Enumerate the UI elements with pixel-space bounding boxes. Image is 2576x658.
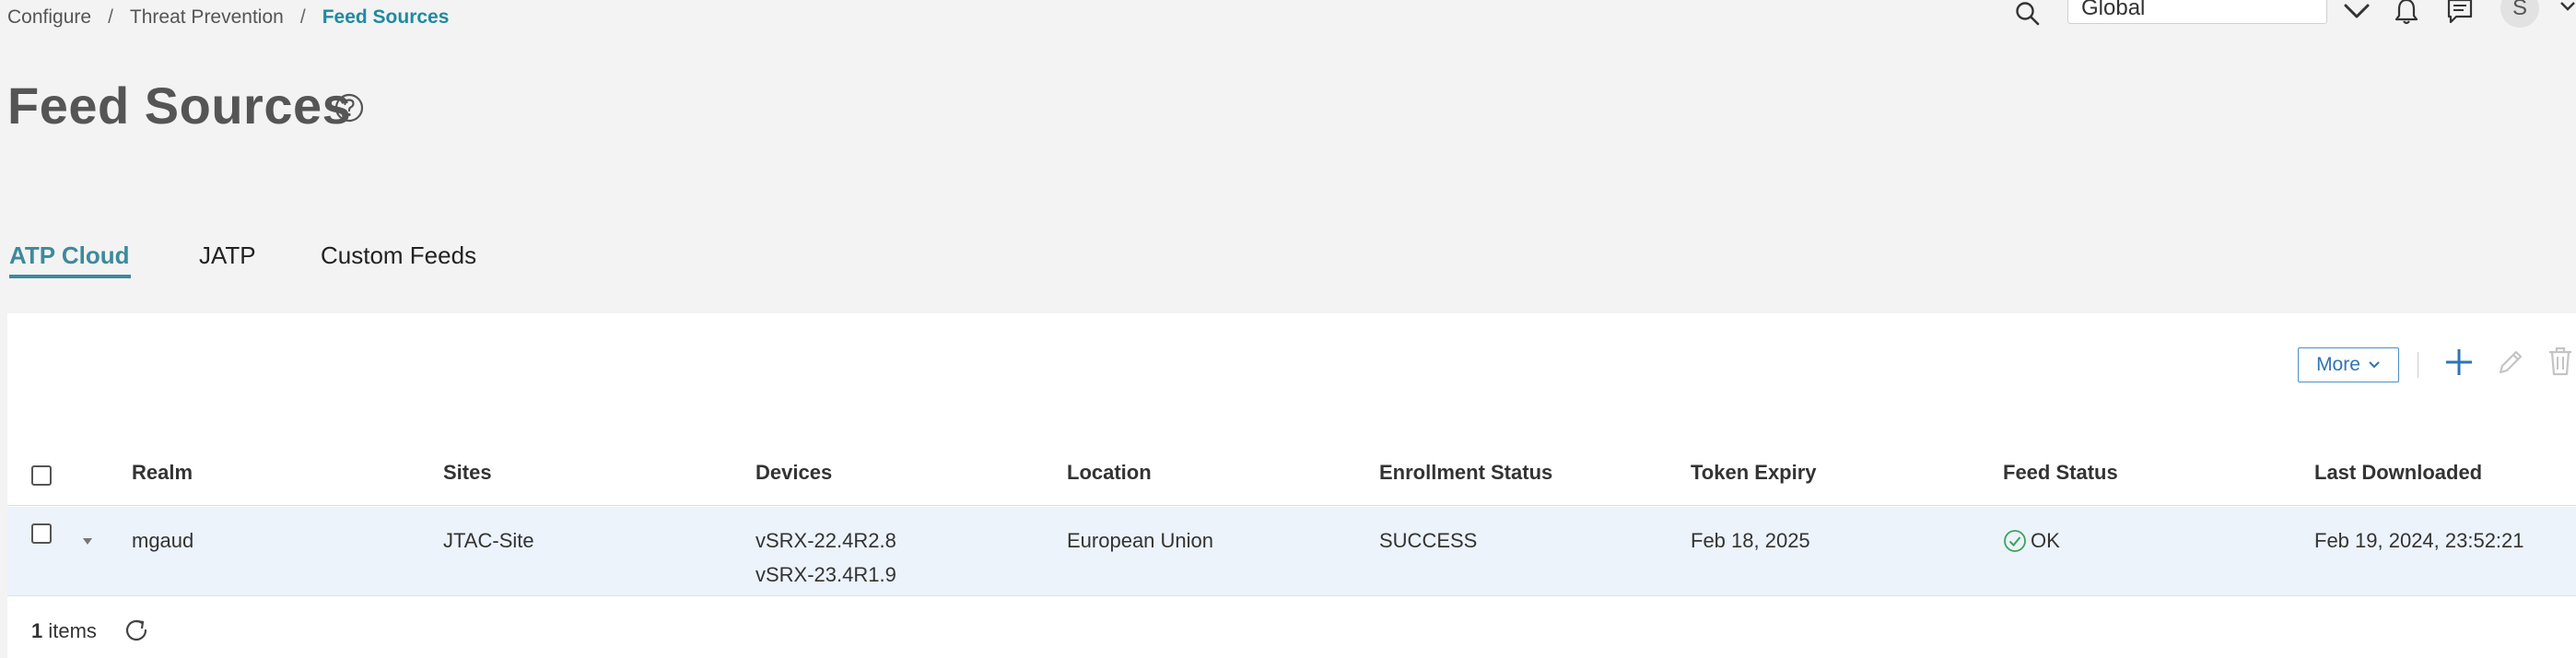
refresh-icon[interactable] (122, 616, 151, 645)
chevron-down-icon[interactable] (2342, 0, 2371, 22)
cell-last-downloaded: Feb 19, 2024, 23:52:21 (2314, 529, 2524, 552)
tab-custom-feeds[interactable]: Custom Feeds (321, 241, 476, 270)
check-circle-icon (2004, 530, 2026, 552)
column-header-devices[interactable]: Devices (755, 461, 832, 485)
page-title: Feed Sources (7, 76, 352, 135)
cell-realm: mgaud (132, 529, 194, 552)
feed-sources-panel: More Realm Sites Devices Location Enroll… (7, 313, 2576, 658)
column-header-feed-status[interactable]: Feed Status (2003, 461, 2118, 485)
items-count-number: 1 (31, 619, 43, 642)
cell-enrollment-status: SUCCESS (1379, 529, 1478, 552)
column-header-last-downloaded[interactable]: Last Downloaded (2314, 461, 2482, 485)
select-all-checkbox[interactable] (31, 465, 52, 486)
cell-devices: vSRX-22.4R2.8 vSRX-23.4R1.9 (755, 523, 896, 592)
tab-label: JATP (199, 241, 256, 269)
avatar[interactable]: S (2500, 0, 2539, 28)
trash-icon[interactable] (2545, 345, 2576, 378)
column-header-enrollment-status[interactable]: Enrollment Status (1379, 461, 1552, 485)
header-controls: Global S (0, 0, 2576, 37)
row-checkbox[interactable] (31, 523, 52, 544)
tab-label: ATP Cloud (9, 241, 130, 269)
scope-select[interactable]: Global (2067, 0, 2327, 24)
bell-icon[interactable] (2392, 0, 2421, 26)
search-icon[interactable] (2014, 0, 2042, 28)
device-entry: vSRX-22.4R2.8 (755, 529, 896, 552)
chevron-down-icon[interactable] (2559, 0, 2576, 13)
column-header-sites[interactable]: Sites (443, 461, 492, 485)
avatar-initial: S (2512, 0, 2527, 20)
more-button-label: More (2316, 354, 2360, 375)
cell-token-expiry: Feb 18, 2025 (1691, 529, 1810, 552)
chevron-down-icon (2369, 361, 2380, 369)
column-header-token-expiry[interactable]: Token Expiry (1691, 461, 1817, 485)
chat-icon[interactable] (2445, 0, 2475, 26)
tab-jatp[interactable]: JATP (199, 241, 256, 270)
help-icon[interactable] (334, 92, 365, 123)
row-expand-icon[interactable] (83, 538, 92, 545)
active-tab-indicator (9, 275, 131, 278)
feed-sources-page: Configure / Threat Prevention / Feed Sou… (0, 0, 2576, 658)
device-entry: vSRX-23.4R1.9 (755, 563, 896, 586)
more-button[interactable]: More (2298, 347, 2399, 382)
tab-label: Custom Feeds (321, 241, 477, 269)
table-header: Realm Sites Devices Location Enrollment … (7, 452, 2576, 506)
table-row[interactable]: mgaud JTAC-Site vSRX-22.4R2.8 vSRX-23.4R… (7, 507, 2576, 596)
scope-select-value: Global (2081, 0, 2146, 20)
cell-location: European Union (1067, 529, 1214, 552)
items-count: 1 items (31, 619, 97, 643)
items-count-suffix: items (42, 619, 97, 642)
pencil-icon[interactable] (2495, 347, 2526, 378)
cell-sites: JTAC-Site (443, 529, 534, 552)
feed-status-label: OK (2031, 529, 2060, 552)
column-header-realm[interactable]: Realm (132, 461, 193, 485)
column-header-location[interactable]: Location (1067, 461, 1152, 485)
tab-atp-cloud[interactable]: ATP Cloud (9, 241, 129, 270)
plus-icon[interactable] (2441, 345, 2476, 380)
cell-feed-status: OK (2003, 523, 2060, 558)
